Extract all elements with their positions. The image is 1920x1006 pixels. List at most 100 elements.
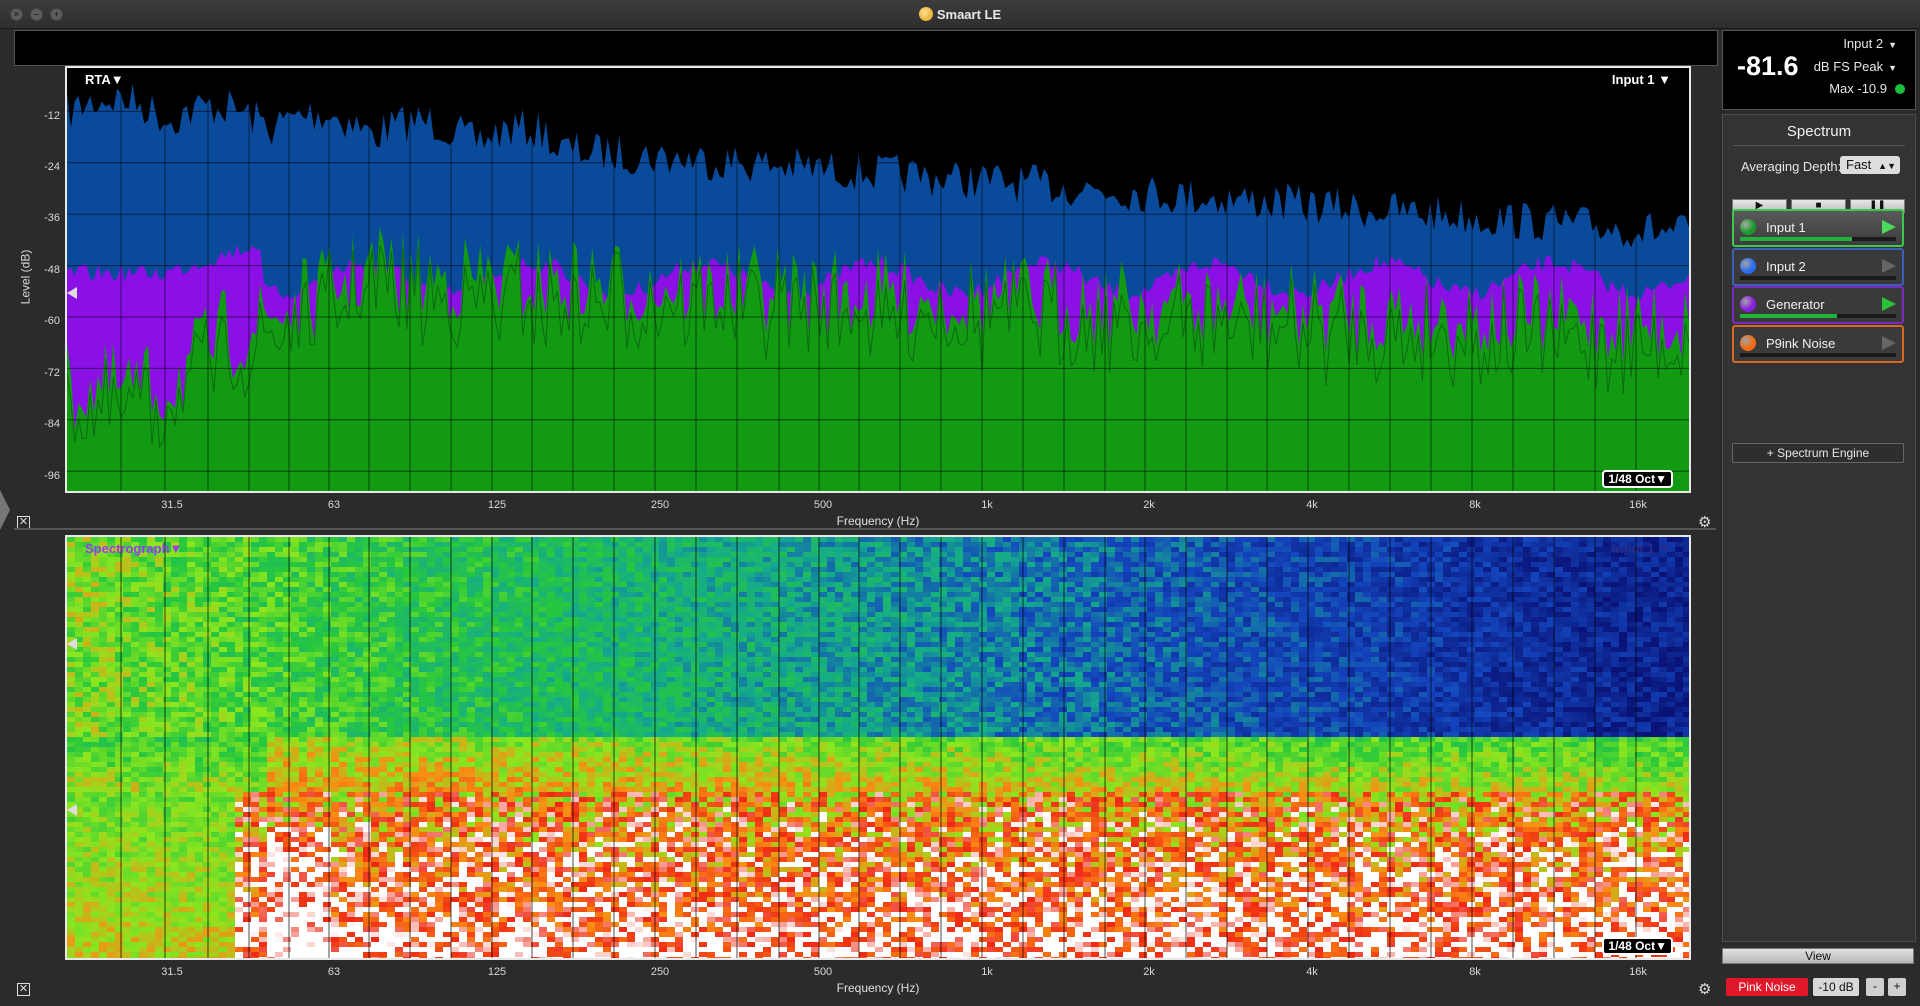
engine-level-bar [1740,237,1896,241]
meter-status-indicator [1895,84,1905,94]
rta-x-tick: 31.5 [161,499,183,511]
rta-x-tick: 250 [650,499,670,511]
engine-name: Generator [1766,297,1825,312]
engine-level-bar [1740,353,1896,357]
rta-x-tick: 8k [1469,499,1481,511]
spectrograph-x-tick: 500 [813,966,833,978]
rta-y-tick: -84 [44,418,60,430]
engine-play-icon[interactable] [1882,259,1896,273]
meter-max: Max -10.9 [1829,81,1887,96]
spectrograph-mode-selector[interactable]: Spectrograph▼ [85,541,182,556]
app-logo-icon [918,7,933,21]
dropdown-arrow-icon: ▼ [1658,541,1671,556]
meter-unit-label: dB FS Peak [1813,59,1884,74]
rta-mode-selector[interactable]: RTA▼ [85,72,124,87]
meter-input-selector[interactable]: Input 2 ▼ [1843,36,1897,51]
view-button[interactable]: View [1722,948,1914,964]
generator-level[interactable]: -10 dB [1813,978,1859,996]
spectrograph-graph [67,537,1689,958]
engine-play-icon[interactable] [1882,297,1896,311]
level-meter: -81.6 Input 2 ▼ dB FS Peak ▼ Max -10.9 [1722,30,1916,110]
averaging-depth-label: Averaging Depth: [1741,159,1842,174]
rta-x-tick: 63 [327,499,341,511]
rta-y-tick: -72 [44,367,60,379]
engine-level-bar [1740,276,1896,280]
divider [1733,145,1905,146]
dropdown-arrow-icon: ▼ [1655,472,1667,486]
spectrum-panel: Spectrum Averaging Depth: Fast ▲▼ ▶ ■ ❚❚ … [1722,114,1916,942]
dropdown-arrow-icon: ▼ [169,541,183,556]
rta-x-tick: 125 [487,499,507,511]
rta-x-tick: 1k [981,499,993,511]
spectrograph-x-tick: 4k [1306,966,1318,978]
rta-x-tick: 500 [813,499,833,511]
spectrograph-lower-marker[interactable] [67,804,77,816]
engine-2[interactable]: Input 2 [1732,248,1904,286]
rta-y-axis-label: Level (dB) [18,249,33,305]
engine-play-icon[interactable] [1882,220,1896,234]
engine-color-dot-icon [1740,258,1756,274]
spectrograph-upper-marker[interactable] [67,638,77,650]
rta-mode-label: RTA [85,72,111,87]
rta-threshold-marker[interactable] [67,287,77,299]
generator-level-increase-button[interactable]: + [1888,978,1906,996]
spectrograph-resolution-selector[interactable]: 1/48 Oct▼ [1602,937,1673,955]
rta-x-tick: 16k [1629,499,1647,511]
rta-plot[interactable]: RTA▼ Input 1 ▼ 1/48 Oct▼ [65,66,1691,493]
rta-y-tick: -36 [44,212,60,224]
spectrograph-x-tick: 125 [487,966,507,978]
dropdown-arrow-icon: ▼ [1888,40,1897,50]
rta-x-tick: 4k [1306,499,1318,511]
engine-3[interactable]: Generator [1732,286,1904,324]
dropdown-arrow-icon: ▼ [1655,939,1667,953]
averaging-depth-select[interactable]: Fast ▲▼ [1840,156,1900,174]
engine-name: Input 2 [1766,259,1806,274]
generator-toggle-button[interactable]: Pink Noise [1726,978,1808,996]
spectrograph-x-tick: 2k [1143,966,1155,978]
spectrograph-x-axis-label: Frequency (Hz) [836,981,920,995]
command-bar [14,30,1718,66]
engine-4[interactable]: P9ink Noise [1732,325,1904,363]
averaging-depth-value: Fast [1846,157,1872,172]
rta-y-tick: -60 [44,315,60,327]
rta-resolution-selector[interactable]: 1/48 Oct▼ [1602,470,1673,488]
spectrograph-x-tick: 8k [1469,966,1481,978]
dropdown-arrow-icon: ▲▼ [1878,161,1896,171]
spectrograph-input-selector[interactable]: Input 1 ▼ [1612,541,1671,556]
rta-input-selector[interactable]: Input 1 ▼ [1612,72,1671,87]
plot-divider[interactable] [14,528,1716,530]
rta-y-tick: -24 [44,161,60,173]
add-spectrum-engine-button[interactable]: + Spectrum Engine [1732,443,1904,463]
spectrograph-heatmap [67,537,1689,958]
dropdown-arrow-icon: ▼ [110,72,124,87]
rta-x-axis-label: Frequency (Hz) [836,514,920,528]
spectrograph-resolution-label: 1/48 Oct [1608,939,1656,953]
spectrograph-plot[interactable]: Spectrograph▼ Input 1 ▼ 1/48 Oct▼ [65,535,1691,960]
meter-input-label: Input 2 [1843,36,1884,51]
engine-color-dot-icon [1740,219,1756,235]
engine-color-dot-icon [1740,335,1756,351]
spectrum-title: Spectrum [1786,123,1852,140]
engine-name: Input 1 [1766,220,1806,235]
rta-y-tick: -96 [44,470,60,482]
title-bar: × – + Smaart LE [0,0,1920,29]
engine-level-bar [1740,314,1896,318]
meter-value: -81.6 [1737,51,1799,81]
sidebar-toggle-icon[interactable] [0,490,10,530]
spectrograph-mode-label: Spectrograph [85,541,170,556]
engine-1[interactable]: Input 1 [1732,209,1904,247]
rta-x-tick: 2k [1143,499,1155,511]
meter-unit-selector[interactable]: dB FS Peak ▼ [1814,59,1897,74]
window-title-text: Smaart LE [936,7,1002,22]
dropdown-arrow-icon: ▼ [1658,72,1671,87]
rta-y-tick: -12 [44,110,60,122]
rta-input-label: Input 1 [1611,72,1655,87]
close-spectrograph-icon[interactable]: ✕ [17,983,30,996]
generator-level-decrease-button[interactable]: - [1866,978,1884,996]
spectrograph-x-tick: 250 [650,966,670,978]
rta-graph [67,68,1689,491]
spectrograph-settings-gear-icon[interactable]: ⚙ [1698,980,1711,998]
engine-play-icon[interactable] [1882,336,1896,350]
engine-name: P9ink Noise [1766,336,1836,351]
spectrograph-input-label: Input 1 [1611,541,1655,556]
